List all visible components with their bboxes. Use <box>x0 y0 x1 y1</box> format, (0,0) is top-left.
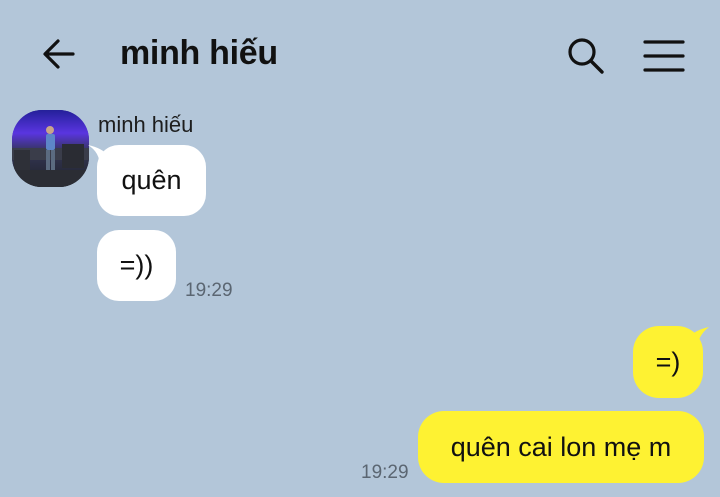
arrow-left-icon <box>43 39 75 69</box>
chat-header: minh hiếu <box>0 0 720 106</box>
message-bubble-outgoing[interactable]: =) <box>633 326 703 398</box>
search-button[interactable] <box>562 32 608 78</box>
message-text: =) <box>655 346 681 377</box>
menu-button[interactable] <box>638 32 690 78</box>
message-text: quên cai lon mẹ m <box>450 431 672 462</box>
chat-title: minh hiếu <box>120 34 278 72</box>
message-text: quên <box>121 165 182 195</box>
message-bubble-incoming[interactable]: quên <box>97 145 206 216</box>
message-bubble-incoming[interactable]: =)) <box>97 230 176 301</box>
message-timestamp: 19:29 <box>361 462 409 483</box>
message-timestamp: 19:29 <box>185 280 233 301</box>
message-text: =)) <box>119 250 154 280</box>
avatar[interactable] <box>12 110 89 187</box>
back-button[interactable] <box>38 33 80 75</box>
sender-name: minh hiếu <box>98 112 194 137</box>
hamburger-menu-icon <box>643 40 685 72</box>
avatar-photo <box>12 110 89 187</box>
message-bubble-outgoing[interactable]: quên cai lon mẹ m <box>418 411 704 483</box>
search-icon <box>568 38 604 74</box>
